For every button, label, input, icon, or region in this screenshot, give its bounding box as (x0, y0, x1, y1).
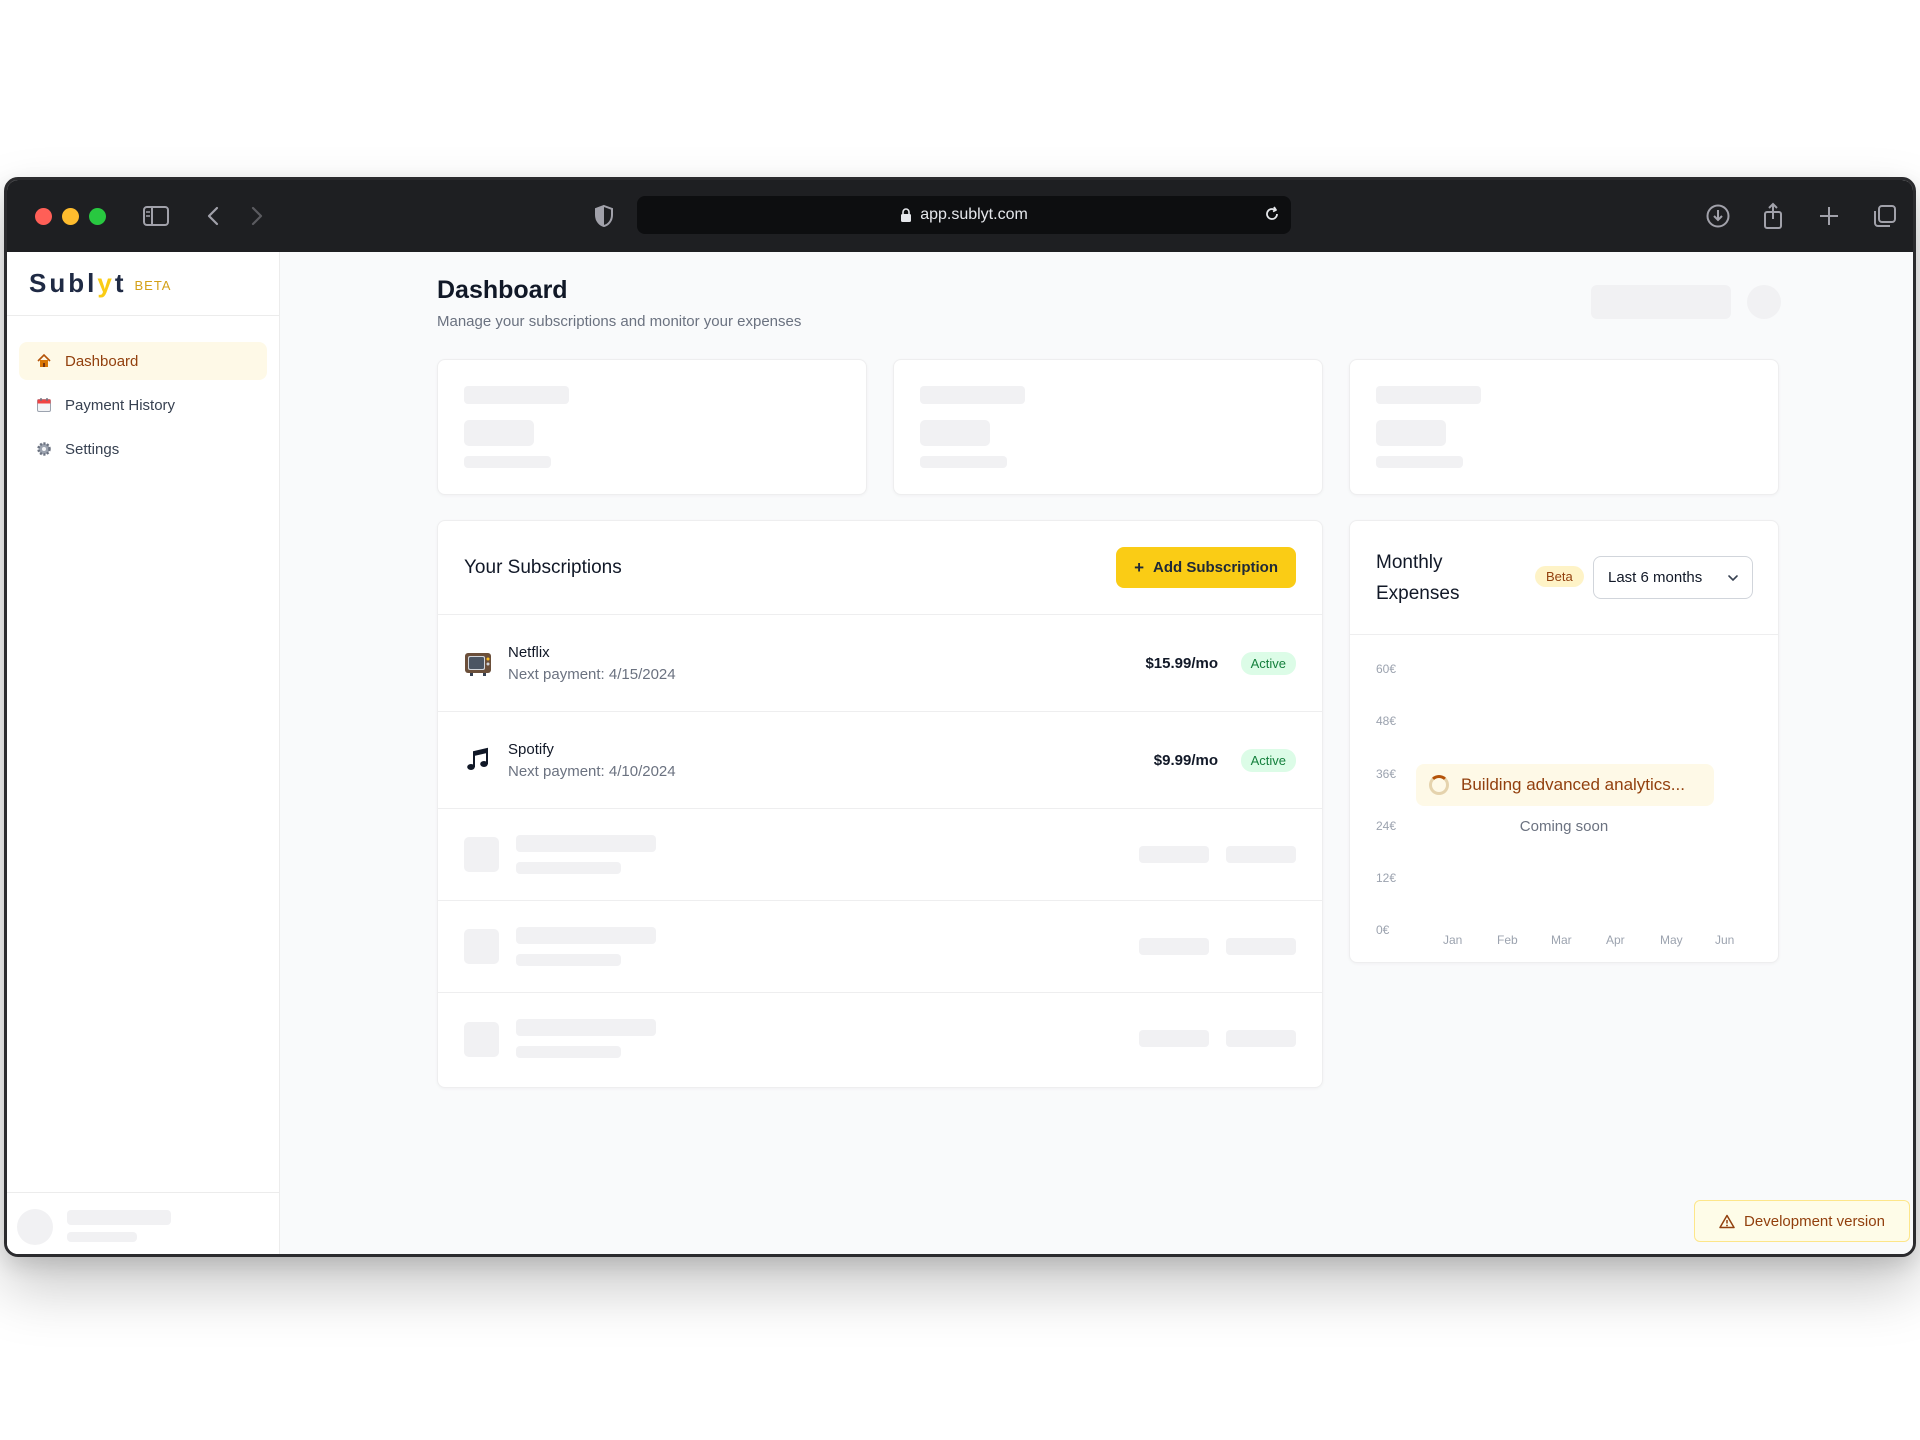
subscription-row-skeleton (438, 901, 1322, 993)
header-avatar-skeleton (1747, 285, 1781, 319)
chevron-down-icon (1726, 571, 1740, 589)
date-range-select[interactable]: Last 6 months (1593, 556, 1753, 599)
monthly-expenses-card: Monthly Expenses Beta Last 6 months 60€ … (1349, 520, 1779, 963)
subscription-name: Netflix (508, 643, 550, 661)
x-tick-label: May (1660, 933, 1683, 947)
forward-icon[interactable] (247, 200, 267, 232)
x-tick-label: Feb (1497, 933, 1518, 947)
subscription-row-skeleton (438, 809, 1322, 901)
download-icon[interactable] (1704, 200, 1732, 232)
subscription-price: $15.99/mo (1145, 654, 1218, 672)
sidebar-item-payment-history[interactable]: Payment History (19, 386, 267, 424)
sidebar-item-label: Settings (65, 440, 120, 458)
sidebar-toggle-icon[interactable] (141, 200, 171, 232)
sidebar-item-label: Dashboard (65, 352, 139, 370)
plus-icon: + (1134, 557, 1144, 577)
subscription-row-skeleton (438, 993, 1322, 1085)
browser-toolbar: app.sublyt.com (7, 180, 1913, 252)
minimize-window-button[interactable] (62, 208, 79, 225)
loading-text: Building advanced analytics... (1461, 775, 1685, 794)
sidebar-item-settings[interactable]: Settings (19, 430, 267, 468)
calendar-icon (36, 397, 52, 413)
coming-soon-text: Coming soon (1519, 818, 1609, 835)
reload-icon[interactable] (1263, 205, 1281, 228)
back-icon[interactable] (203, 200, 223, 232)
add-subscription-button[interactable]: + Add Subscription (1116, 547, 1296, 588)
share-icon[interactable] (1760, 200, 1786, 232)
sidebar: Sublyt BETA Dashboard Payment History Se… (7, 252, 280, 1254)
y-tick-label: 60€ (1376, 662, 1397, 676)
development-version-badge: Development version (1694, 1200, 1910, 1242)
page-subtitle: Manage your subscriptions and monitor yo… (437, 313, 802, 330)
stat-card-skeleton (1349, 359, 1779, 495)
x-tick-label: Jun (1715, 933, 1735, 947)
new-tab-icon[interactable] (1816, 200, 1842, 232)
skeleton-line (67, 1210, 171, 1225)
expenses-title: Monthly Expenses (1376, 552, 1460, 604)
stat-card-skeleton (893, 359, 1323, 495)
expenses-header: Monthly Expenses Beta Last 6 months (1350, 521, 1778, 635)
date-range-value: Last 6 months (1608, 569, 1703, 586)
address-bar[interactable]: app.sublyt.com (637, 196, 1291, 234)
app: Sublyt BETA Dashboard Payment History Se… (7, 252, 1913, 1254)
subscriptions-title: Your Subscriptions (464, 556, 622, 578)
tv-icon (464, 649, 492, 677)
maximize-window-button[interactable] (89, 208, 106, 225)
subscriptions-header: Your Subscriptions + Add Subscription (438, 521, 1322, 615)
page-title: Dashboard (437, 276, 568, 304)
y-tick-label: 36€ (1376, 767, 1397, 781)
status-badge: Active (1240, 651, 1296, 675)
next-payment: Next payment: 4/10/2024 (508, 762, 676, 780)
y-tick-label: 12€ (1376, 871, 1397, 885)
logo-wordmark: Sublyt (29, 268, 127, 298)
browser-window: app.sublyt.com Sublyt BETA Dashboard Pay… (4, 177, 1916, 1257)
music-note-icon (464, 746, 492, 774)
avatar-skeleton (17, 1209, 53, 1245)
x-tick-label: Jan (1443, 933, 1463, 947)
y-tick-label: 48€ (1376, 714, 1397, 728)
lock-icon (900, 207, 912, 223)
spinner-icon (1429, 775, 1449, 795)
warning-icon (1719, 1214, 1735, 1229)
sidebar-nav: Dashboard Payment History Settings (7, 316, 279, 500)
subscriptions-card: Your Subscriptions + Add Subscription Ne… (437, 520, 1323, 1088)
shield-icon[interactable] (592, 200, 616, 232)
main-content: Dashboard Manage your subscriptions and … (281, 252, 1913, 1254)
next-payment: Next payment: 4/15/2024 (508, 665, 676, 683)
house-icon (36, 353, 52, 369)
subscription-row-spotify[interactable]: Spotify Next payment: 4/10/2024 $9.99/mo… (438, 712, 1322, 809)
stat-card-skeleton (437, 359, 867, 495)
development-version-label: Development version (1744, 1212, 1885, 1230)
subscription-price: $9.99/mo (1153, 751, 1218, 769)
logo-beta-tag: BETA (134, 278, 172, 293)
sidebar-item-dashboard[interactable]: Dashboard (19, 342, 267, 380)
y-tick-label: 0€ (1376, 923, 1390, 937)
status-badge: Active (1240, 748, 1296, 772)
user-profile-placeholder (7, 1192, 279, 1254)
x-tick-label: Apr (1606, 933, 1625, 947)
gear-icon (36, 441, 52, 457)
close-window-button[interactable] (35, 208, 52, 225)
logo[interactable]: Sublyt BETA (7, 252, 279, 316)
add-subscription-label: Add Subscription (1153, 559, 1278, 576)
tab-overview-icon[interactable] (1871, 200, 1899, 232)
x-tick-label: Mar (1551, 933, 1572, 947)
subscription-name: Spotify (508, 740, 554, 758)
sidebar-item-label: Payment History (65, 396, 176, 414)
beta-badge: Beta (1535, 566, 1584, 587)
subscription-row-netflix[interactable]: Netflix Next payment: 4/15/2024 $15.99/m… (438, 615, 1322, 712)
analytics-loading-banner: Building advanced analytics... (1416, 764, 1714, 806)
skeleton-line (67, 1232, 137, 1242)
url-text: app.sublyt.com (920, 206, 1028, 223)
header-action-skeleton (1591, 285, 1731, 319)
